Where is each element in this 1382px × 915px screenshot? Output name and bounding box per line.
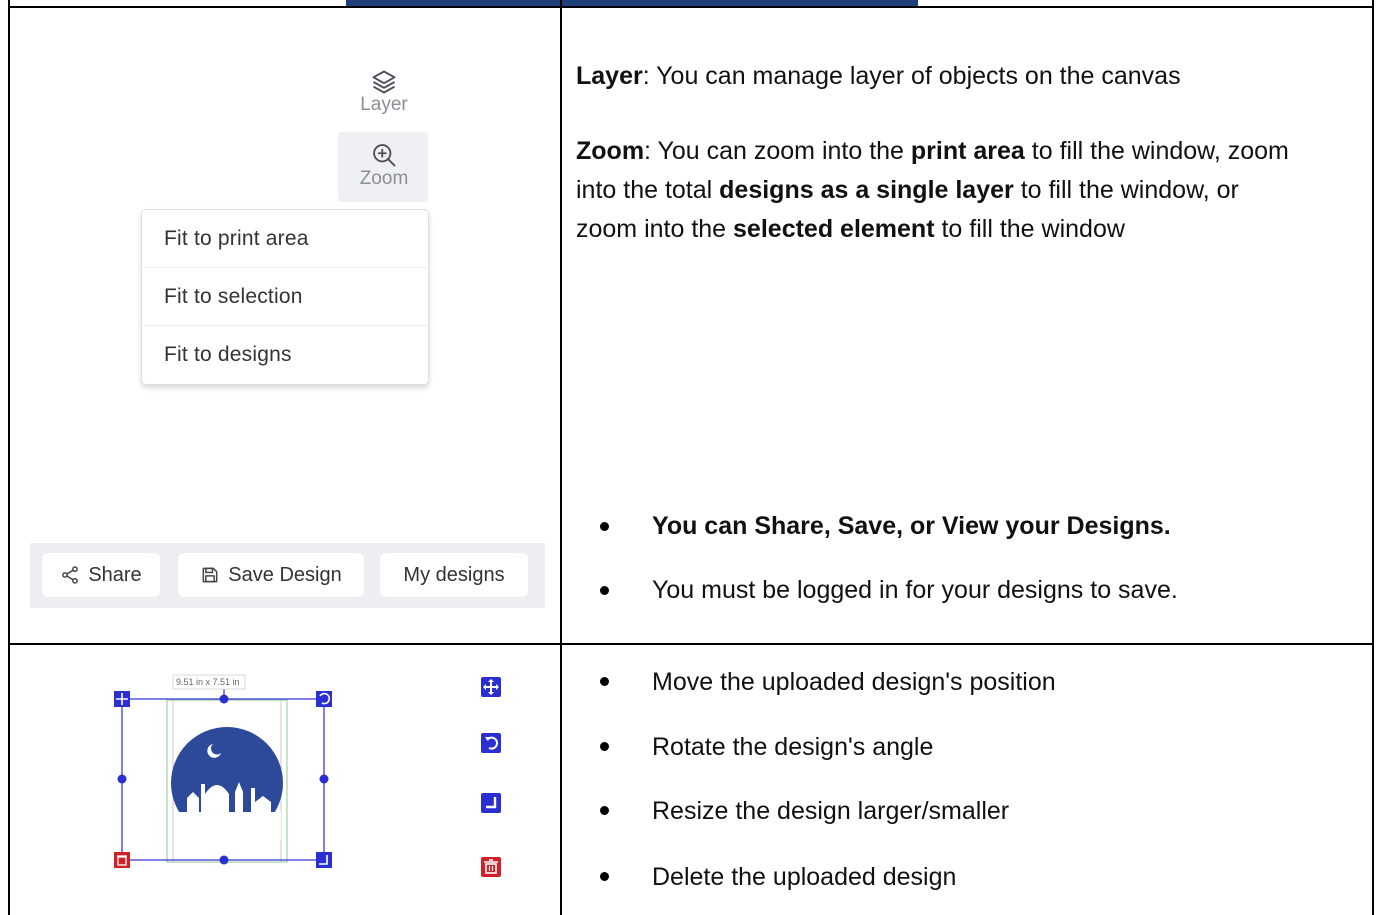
zoom-in-icon	[373, 144, 396, 167]
menu-item-fit-to-selection[interactable]: Fit to selection	[142, 268, 428, 326]
share-label: Share	[88, 563, 142, 586]
layers-icon	[372, 70, 396, 94]
design-action-bar: Share Save Design My designs	[30, 543, 545, 608]
zoom-tool-label: Zoom	[359, 168, 409, 189]
bullet-share-save-view: You can Share, Save, or View your Design…	[576, 508, 1366, 572]
bullet-delete: Delete the uploaded design	[576, 858, 1366, 896]
share-button[interactable]: Share	[42, 553, 160, 597]
bullet-rotate: Rotate the design's angle	[576, 728, 1366, 792]
zoom-dropdown-menu: Fit to print area Fit to selection Fit t…	[141, 209, 429, 385]
dimension-label: 9.51 in x 7.51 in	[176, 677, 240, 687]
resize-handle-icon	[316, 852, 332, 868]
bullet-rotate-text: Rotate the design's angle	[652, 733, 934, 761]
bullet-move-text: Move the uploaded design's position	[652, 668, 1056, 696]
save-design-label: Save Design	[228, 563, 342, 586]
bullet-resize: Resize the design larger/smaller	[576, 792, 1366, 858]
table-row-divider	[8, 643, 1374, 645]
bullet-move: Move the uploaded design's position	[576, 663, 1366, 728]
resize-icon	[481, 793, 501, 813]
menu-item-fit-to-designs[interactable]: Fit to designs	[142, 326, 428, 383]
my-designs-button[interactable]: My designs	[380, 553, 528, 597]
table-border-left	[8, 0, 10, 915]
move-icon	[481, 677, 501, 697]
save-design-button[interactable]: Save Design	[178, 553, 364, 597]
share-icon	[62, 566, 79, 584]
bullet-login-required: You must be logged in for your designs t…	[576, 572, 1366, 608]
share-save-bullets: You can Share, Save, or View your Design…	[576, 508, 1366, 608]
layer-term: Layer	[576, 62, 643, 90]
zoom-description: Zoom: You can zoom into the print area t…	[576, 132, 1291, 249]
menu-item-fit-to-print-area[interactable]: Fit to print area	[142, 210, 428, 268]
handle-bottom	[219, 855, 229, 865]
zoom-bold-selected: selected element	[733, 215, 935, 243]
table-border-right	[1372, 0, 1374, 915]
zoom-tool-button[interactable]: Zoom	[354, 141, 414, 190]
handle-left	[117, 774, 127, 784]
bullet-resize-text: Resize the design larger/smaller	[652, 797, 1010, 825]
bullet-delete-text: Delete the uploaded design	[652, 863, 957, 891]
handle-right	[319, 774, 329, 784]
bullet-login-required-text: You must be logged in for your designs t…	[652, 576, 1178, 604]
table-border-middle	[560, 0, 562, 915]
rotate-handle-icon	[316, 691, 332, 707]
design-controls-bullets: Move the uploaded design's position Rota…	[576, 663, 1366, 896]
layer-tool-label: Layer	[360, 94, 408, 115]
rotate-icon	[481, 733, 501, 753]
delete-icon	[481, 857, 501, 877]
zoom-bold-print-area: print area	[910, 137, 1025, 165]
delete-handle-icon	[114, 852, 130, 868]
table-border-top	[8, 6, 1374, 8]
my-designs-label: My designs	[403, 563, 505, 586]
save-icon	[202, 567, 218, 583]
layer-text: : You can manage layer of objects on the…	[642, 62, 1181, 90]
zoom-text-1: : You can zoom into the	[644, 137, 911, 165]
handle-top	[219, 694, 229, 704]
design-preview-canvas: 9.51 in x 7.51 in	[114, 674, 332, 868]
bullet-share-save-view-text: You can Share, Save, or View your Design…	[652, 512, 1171, 540]
zoom-term: Zoom	[576, 137, 645, 165]
zoom-bold-designs: designs as a single layer	[719, 176, 1014, 204]
move-handle-icon	[114, 691, 130, 707]
zoom-text-4: to fill the window	[934, 215, 1125, 243]
layer-description: Layer: You can manage layer of objects o…	[576, 57, 1336, 96]
layer-tool-button[interactable]: Layer	[355, 68, 413, 116]
